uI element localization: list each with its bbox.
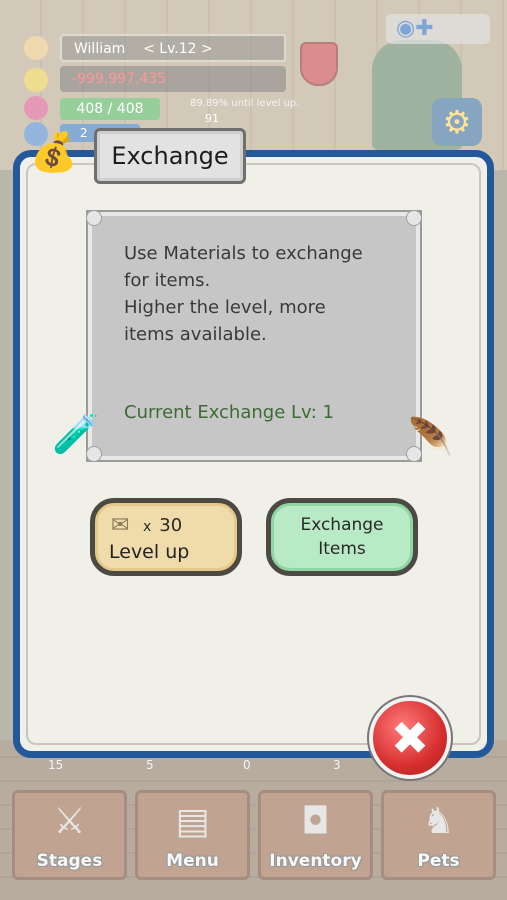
current-exchange-level: Current Exchange Lv: 1: [124, 402, 334, 423]
potion-herb-icon: 🧪: [52, 412, 100, 456]
dialog-title: Exchange: [94, 128, 246, 184]
feather-scroll-icon: 🪶: [408, 417, 453, 458]
close-icon[interactable]: ✖: [367, 695, 453, 781]
corner-rivet: [86, 210, 102, 226]
cost-amount: 30: [159, 515, 183, 536]
level-up-button[interactable]: ✉ x 30 Level up: [90, 498, 242, 576]
corner-rivet: [406, 210, 422, 226]
money-bag-icon: 💰: [30, 130, 78, 174]
level-up-cost: x 30: [143, 515, 182, 536]
info-card: Use Materials to exchange for items. Hig…: [86, 210, 422, 462]
info-text: Use Materials to exchange for items. Hig…: [124, 243, 363, 345]
level-up-label: Level up: [109, 541, 190, 563]
exchange-items-button[interactable]: Exchange Items: [266, 498, 418, 576]
cost-multiplier: x: [143, 519, 152, 535]
scroll-material-icon: ✉: [111, 513, 130, 538]
